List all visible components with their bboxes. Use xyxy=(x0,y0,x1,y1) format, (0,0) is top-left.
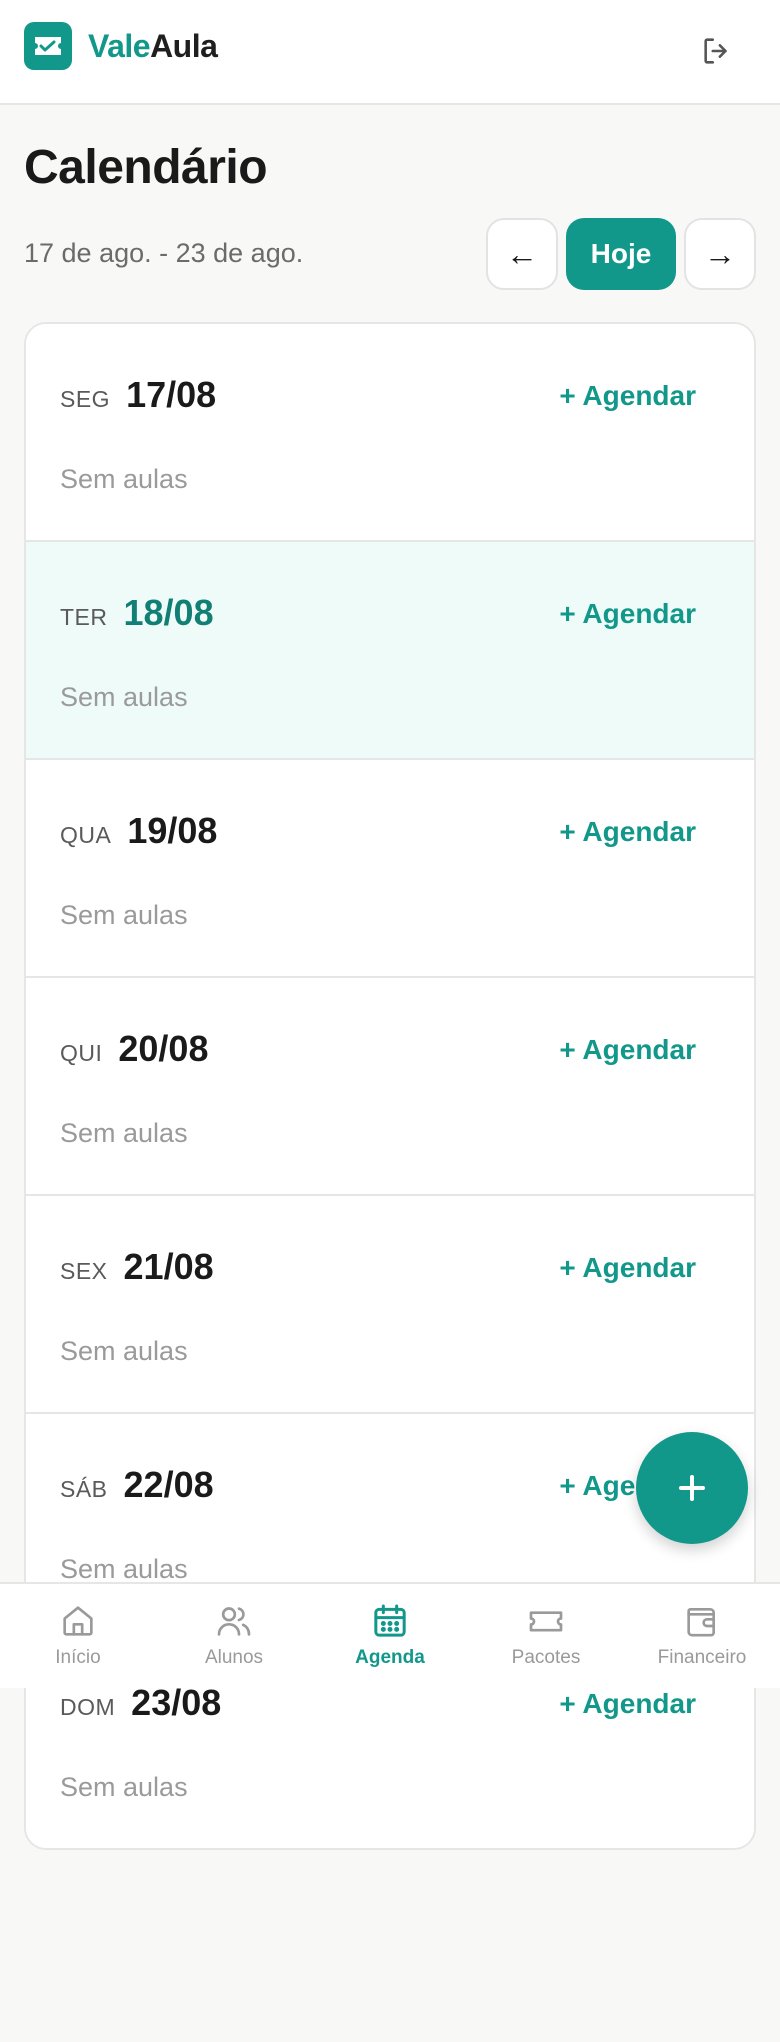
page-title: Calendário xyxy=(24,141,268,194)
weekday-label: QUI xyxy=(60,1040,103,1066)
users-icon xyxy=(217,1607,251,1636)
day-date: 18/08 xyxy=(123,592,214,633)
weekday-label: DOM xyxy=(60,1694,116,1720)
empty-state-text: Sem aulas xyxy=(60,464,188,494)
day-header: SÁB 22/08 xyxy=(60,1464,214,1514)
logout-icon xyxy=(704,38,727,64)
day-date: 19/08 xyxy=(127,810,218,851)
brand-logo-text[interactable]: ValeAula xyxy=(88,26,218,66)
brand-part-aula: Aula xyxy=(150,28,218,64)
day-row-friday: SEX 21/08 + Agendar Sem aulas xyxy=(26,1196,754,1414)
day-date: 20/08 xyxy=(118,1028,209,1069)
nav-item-inicio[interactable]: Início xyxy=(0,1584,156,1690)
nav-item-agenda[interactable]: Agenda xyxy=(312,1584,468,1690)
weekday-label: SEG xyxy=(60,386,111,412)
empty-state-text: Sem aulas xyxy=(60,900,188,930)
logout-button[interactable] xyxy=(700,34,734,68)
plus-icon xyxy=(679,1475,705,1501)
week-range: 17 de ago. - 23 de ago. xyxy=(24,238,304,268)
weekday-label: SEX xyxy=(60,1258,108,1284)
nav-label: Pacotes xyxy=(511,1647,581,1668)
day-header: SEX 21/08 xyxy=(60,1246,214,1296)
add-lesson-fab[interactable] xyxy=(636,1432,748,1544)
calendar-icon xyxy=(374,1604,406,1637)
schedule-button[interactable]: + Agendar xyxy=(559,598,696,630)
schedule-button[interactable]: + Agendar xyxy=(559,1688,696,1720)
day-date: 21/08 xyxy=(123,1246,214,1287)
day-header: QUI 20/08 xyxy=(60,1028,208,1078)
empty-state-text: Sem aulas xyxy=(60,1336,188,1366)
ticket-icon xyxy=(529,1611,563,1632)
schedule-button[interactable]: + Agendar xyxy=(559,380,696,412)
day-header: QUA 19/08 xyxy=(60,810,217,860)
previous-week-button[interactable]: ← xyxy=(486,218,558,290)
schedule-button[interactable]: + Agendar xyxy=(559,1252,696,1284)
weekday-label: QUA xyxy=(60,822,112,848)
brand-part-vale: Vale xyxy=(88,28,151,64)
today-button[interactable]: Hoje xyxy=(566,218,676,290)
nav-item-alunos[interactable]: Alunos xyxy=(156,1584,312,1690)
day-row-tuesday: TER 18/08 + Agendar Sem aulas xyxy=(26,542,754,760)
nav-label: Alunos xyxy=(204,1647,264,1668)
schedule-button[interactable]: + Agendar xyxy=(559,1034,696,1066)
day-row-monday: SEG 17/08 + Agendar Sem aulas xyxy=(26,324,754,542)
bottom-navigation: Início Alunos Agenda Pacotes Financeiro xyxy=(0,1582,780,1688)
nav-item-pacotes[interactable]: Pacotes xyxy=(468,1584,624,1690)
home-icon xyxy=(63,1606,93,1636)
empty-state-text: Sem aulas xyxy=(60,1554,188,1584)
day-row-wednesday: QUA 19/08 + Agendar Sem aulas xyxy=(26,760,754,978)
next-week-button[interactable]: → xyxy=(684,218,756,290)
app-header: ValeAula xyxy=(0,0,780,105)
weekday-label: TER xyxy=(60,604,108,630)
day-header: TER 18/08 xyxy=(60,592,214,642)
weekday-label: SÁB xyxy=(60,1476,108,1502)
wallet-icon xyxy=(687,1608,715,1637)
nav-label: Início xyxy=(55,1647,101,1668)
ticket-check-icon xyxy=(24,22,72,70)
empty-state-text: Sem aulas xyxy=(60,682,188,712)
schedule-button[interactable]: + Agendar xyxy=(559,816,696,848)
empty-state-text: Sem aulas xyxy=(60,1118,188,1148)
nav-item-financeiro[interactable]: Financeiro xyxy=(624,1584,780,1690)
day-row-thursday: QUI 20/08 + Agendar Sem aulas xyxy=(26,978,754,1196)
day-header: SEG 17/08 xyxy=(60,374,216,424)
empty-state-text: Sem aulas xyxy=(60,1772,188,1802)
day-date: 17/08 xyxy=(126,374,217,415)
day-date: 22/08 xyxy=(123,1464,214,1505)
nav-label: Agenda xyxy=(355,1647,425,1668)
nav-label: Financeiro xyxy=(657,1647,747,1668)
